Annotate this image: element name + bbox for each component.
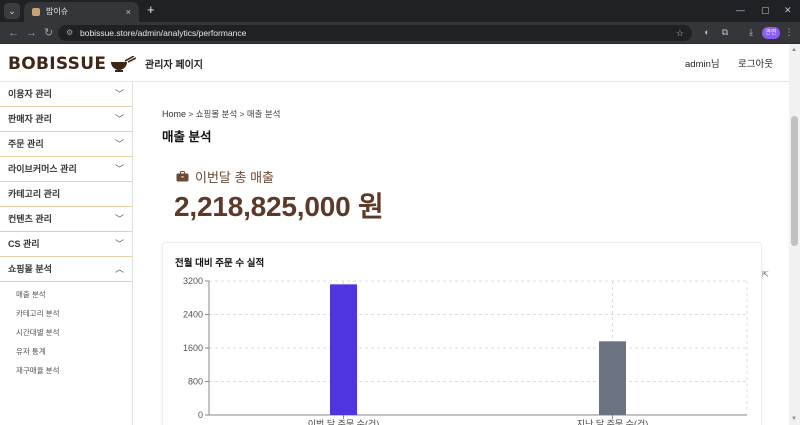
site-header: BOBISSUE 관리자 페이지 admin님 로그아웃: [0, 44, 789, 82]
maximize-icon[interactable]: ▢: [761, 0, 770, 20]
sidebar-subitem-sales[interactable]: 매출 분석: [0, 285, 132, 304]
x-tick-label: 이번 달 주문 수(건): [308, 418, 379, 425]
download-icon[interactable]: ⤓: [744, 25, 758, 39]
sidebar-item-sellers[interactable]: 판매자 관리 ﹀: [0, 107, 132, 132]
sidebar-item-live-commerce[interactable]: 라이브커머스 관리 ﹀: [0, 157, 132, 182]
sidebar-item-orders[interactable]: 주문 관리 ﹀: [0, 132, 132, 157]
sidebar-item-label: CS 관리: [8, 239, 40, 249]
analytics-submenu: 매출 분석 카테고리 분석 시간대별 분석 유저 통계 재구매율 분석: [0, 282, 132, 380]
profile-avatar[interactable]: 관련: [762, 27, 780, 39]
site-info-icon[interactable]: ⚙: [66, 28, 76, 38]
scroll-up-icon[interactable]: ▲: [791, 47, 797, 53]
bookmark-star-icon[interactable]: ☆: [676, 25, 684, 41]
user-name[interactable]: admin님: [685, 56, 720, 70]
sidebar: 이용자 관리 ﹀ 판매자 관리 ﹀ 주문 관리 ﹀ 라이브커머스 관리 ﹀ 카테고리 관…: [0, 82, 133, 425]
sidebar-item-categories[interactable]: 카테고리 관리: [0, 182, 132, 207]
url-text: bobissue.store/admin/analytics/performan…: [80, 28, 247, 38]
chevron-down-icon: ﹀: [114, 214, 124, 224]
sidebar-item-label: 이용자 관리: [8, 89, 52, 99]
reload-icon[interactable]: ↻: [44, 25, 53, 41]
sidebar-subitem-users[interactable]: 유저 통계: [0, 342, 132, 361]
sidebar-subitem-category[interactable]: 카테고리 분석: [0, 304, 132, 323]
logo-text: BOBISSUE: [8, 54, 107, 74]
minimize-icon[interactable]: —: [736, 0, 745, 20]
address-bar[interactable]: ⚙ bobissue.store/admin/analytics/perform…: [58, 25, 692, 41]
breadcrumb-level2: 매출 분석: [246, 109, 281, 119]
new-tab-button[interactable]: +: [147, 2, 155, 18]
tab-title: 밥이슈: [46, 7, 69, 16]
breadcrumb: Home > 쇼핑몰 분석 > 매출 분석: [162, 108, 281, 120]
sidebar-subitem-time[interactable]: 시간대별 분석: [0, 323, 132, 342]
close-window-icon[interactable]: ✕: [784, 0, 792, 20]
main-content: Home > 쇼핑몰 분석 > 매출 분석 매출 분석 이번달 총 매출 2,2…: [134, 82, 789, 425]
sidebar-item-label: 라이브커머스 관리: [8, 164, 77, 174]
sidebar-item-cs[interactable]: CS 관리 ﹀: [0, 232, 132, 257]
rice-bowl-icon: [111, 56, 137, 72]
order-chart-card: 전월 대비 주문 수 실적 0 800 1600 2400 3200 이번 달 주문 수(…: [162, 242, 762, 425]
revenue-value: 2,218,825,000 원: [174, 191, 384, 222]
browser-toolbar: ← → ↻ ⚙ bobissue.store/admin/analytics/p…: [0, 22, 800, 44]
order-bar-chart: 0 800 1600 2400 3200 이번 달 주문 수(건) 지난 달 주문 수(건): [183, 276, 748, 425]
sidebar-item-label: 쇼핑몰 분석: [8, 264, 52, 274]
page: BOBISSUE 관리자 페이지 admin님 로그아웃 이용자 관리 ﹀ 판매자…: [0, 44, 800, 425]
browser-tab[interactable]: 밥이슈 ×: [24, 2, 139, 22]
chevron-down-icon: ﹀: [114, 89, 124, 99]
tab-close-icon[interactable]: ×: [126, 2, 131, 22]
sidebar-item-label: 주문 관리: [8, 139, 44, 149]
briefcase-icon: [176, 171, 189, 182]
chevron-down-icon: ﹀: [114, 139, 124, 149]
logo[interactable]: BOBISSUE: [8, 53, 137, 75]
page-title: 매출 분석: [162, 130, 212, 144]
extensions-puzzle-icon[interactable]: ⧉: [718, 25, 732, 39]
y-tick-label: 2400: [183, 310, 203, 320]
favicon-icon: [32, 8, 40, 16]
browser-tab-bar: ⌄ 밥이슈 × + — ▢ ✕: [0, 0, 800, 22]
browser-menu-icon[interactable]: ⋮: [782, 25, 796, 39]
chevron-down-icon: ﹀: [114, 164, 124, 174]
back-icon[interactable]: ←: [8, 25, 19, 41]
breadcrumb-separator: >: [237, 109, 247, 119]
forward-icon[interactable]: →: [26, 25, 37, 41]
scroll-down-icon[interactable]: ▼: [791, 416, 797, 422]
chevron-down-icon: ﹀: [114, 239, 124, 249]
breadcrumb-separator: >: [186, 109, 196, 119]
tab-search-button[interactable]: ⌄: [4, 3, 20, 19]
sidebar-item-label: 컨텐츠 관리: [8, 214, 52, 224]
bar: [330, 284, 357, 415]
chevron-up-icon: ︿: [114, 264, 124, 274]
sidebar-subitem-repurchase[interactable]: 재구매율 분석: [0, 361, 132, 380]
x-tick-label: 지난 달 주문 수(건): [577, 418, 648, 425]
sidebar-item-label: 판매자 관리: [8, 114, 52, 124]
sidebar-item-label: 카테고리 관리: [8, 189, 61, 199]
extension-icon[interactable]: ◐: [700, 25, 714, 39]
y-tick-label: 0: [198, 410, 203, 420]
bar: [599, 341, 626, 415]
sidebar-item-analytics[interactable]: 쇼핑몰 분석 ︿: [0, 257, 132, 282]
sidebar-item-users[interactable]: 이용자 관리 ﹀: [0, 82, 132, 107]
revenue-label-text: 이번달 총 매출: [195, 170, 274, 185]
y-tick-label: 800: [188, 377, 203, 387]
mouse-cursor-icon: ⇱: [762, 270, 769, 279]
page-scrollbar[interactable]: ▲ ▼: [789, 44, 800, 425]
scrollbar-thumb[interactable]: [791, 116, 798, 246]
revenue-label: 이번달 총 매출: [176, 167, 274, 186]
y-tick-label: 3200: [183, 276, 203, 286]
y-tick-label: 1600: [183, 343, 203, 353]
breadcrumb-level1[interactable]: 쇼핑몰 분석: [196, 109, 237, 119]
logout-button[interactable]: 로그아웃: [738, 56, 773, 70]
sidebar-item-contents[interactable]: 컨텐츠 관리 ﹀: [0, 207, 132, 232]
chevron-down-icon: ﹀: [114, 114, 124, 124]
breadcrumb-home[interactable]: Home: [162, 109, 186, 119]
admin-page-title: 관리자 페이지: [145, 60, 203, 71]
